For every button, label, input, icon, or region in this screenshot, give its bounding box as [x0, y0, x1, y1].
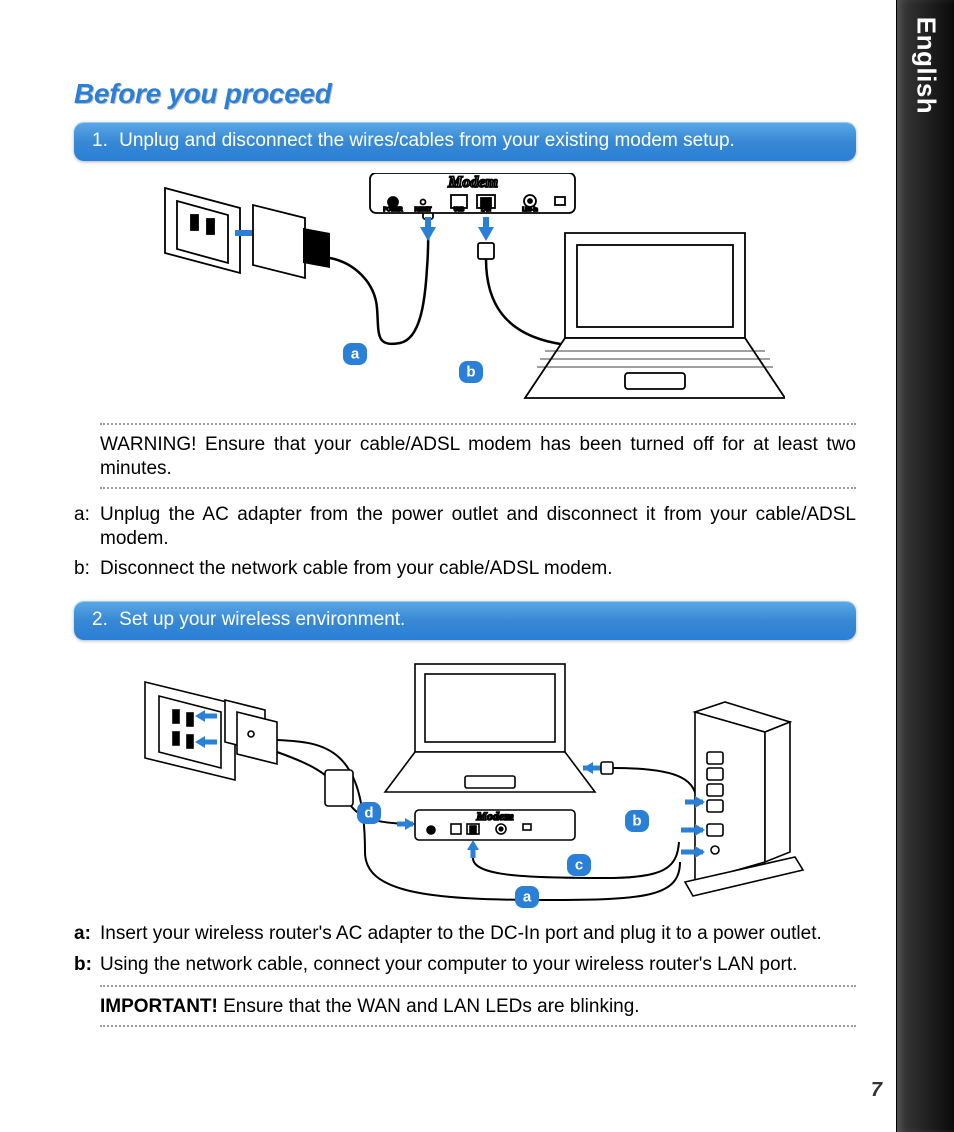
step-1-header: 1. Unplug and disconnect the wires/cable… [74, 122, 856, 161]
laptop-icon [525, 233, 785, 398]
svg-text:POWER: POWER [384, 207, 403, 213]
divider [100, 1025, 856, 1027]
step-2-text: Set up your wireless environment. [119, 609, 405, 630]
svg-text:RESET: RESET [415, 207, 432, 213]
badge-c: c [567, 854, 591, 876]
svg-text:LAN: LAN [481, 207, 491, 213]
substep-b-text: Using the network cable, connect your co… [100, 953, 856, 977]
important-label: IMPORTANT! [100, 996, 218, 1017]
laptop-icon [385, 664, 697, 802]
page-content: Before you proceed 1. Unplug and disconn… [74, 78, 856, 1033]
step-1-substeps: a: Unplug the AC adapter from the power … [74, 503, 856, 582]
svg-text:c: c [575, 857, 583, 874]
page-number: 7 [871, 1079, 882, 1102]
step-1-warning: WARNING! Ensure that your cable/ADSL mod… [100, 431, 856, 483]
important-text: Ensure that the WAN and LAN LEDs are bli… [218, 996, 640, 1017]
ac-adapter-icon [253, 193, 433, 344]
badge-d: d [357, 802, 381, 824]
svg-text:a: a [523, 889, 532, 906]
language-label: English [910, 17, 941, 114]
wall-outlet-icon [145, 682, 235, 780]
substep-a-text: Unplug the AC adapter from the power out… [100, 503, 856, 552]
step-1-text: Unplug and disconnect the wires/cables f… [119, 130, 735, 151]
substep-b-label: b: [74, 557, 100, 581]
substep-b-text: Disconnect the network cable from your c… [100, 557, 856, 581]
substep-a-label: a: [74, 922, 100, 946]
svg-text:USB: USB [454, 207, 465, 213]
divider [100, 985, 856, 987]
divider [100, 487, 856, 489]
badge-b: b [459, 361, 483, 383]
step-2-num: 2. [92, 609, 108, 630]
svg-text:a: a [351, 346, 360, 363]
step-2-substeps: a: Insert your wireless router's AC adap… [74, 922, 856, 977]
language-tab: English [896, 0, 954, 1132]
svg-text:Line-In: Line-In [522, 207, 538, 213]
step-2-header: 2. Set up your wireless environment. [74, 601, 856, 640]
modem-icon: Modem POWER RESET USB LAN Line-In [370, 173, 597, 345]
svg-text:b: b [632, 813, 641, 830]
step-2-important: IMPORTANT! Ensure that the WAN and LAN L… [100, 993, 856, 1021]
substep-a-label: a: [74, 503, 100, 552]
divider [100, 423, 856, 425]
router-icon [681, 702, 803, 896]
substep-a-text: Insert your wireless router's AC adapter… [100, 922, 856, 946]
substep-b-label: b: [74, 953, 100, 977]
badge-b: b [625, 810, 649, 832]
page-title: Before you proceed [74, 78, 856, 110]
diagram-setup: Modem [125, 652, 805, 912]
svg-text:d: d [364, 805, 373, 822]
step-1-num: 1. [92, 130, 108, 151]
modem-label: Modem [447, 174, 498, 191]
badge-a: a [343, 343, 367, 365]
svg-text:b: b [466, 364, 475, 381]
diagram-unplug: Modem POWER RESET USB LAN Line-In [145, 173, 785, 413]
badge-a: a [515, 886, 539, 908]
svg-text:Modem: Modem [475, 809, 513, 823]
